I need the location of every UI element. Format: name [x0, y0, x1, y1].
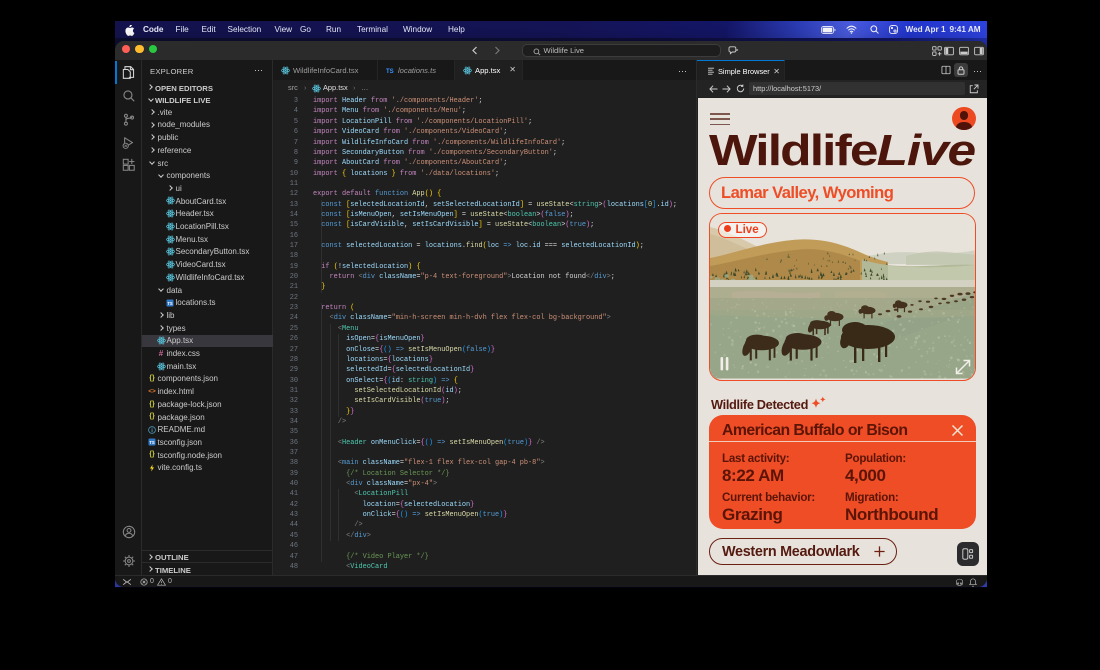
svg-text:TS: TS — [167, 301, 173, 306]
svg-text:TS: TS — [149, 440, 155, 445]
